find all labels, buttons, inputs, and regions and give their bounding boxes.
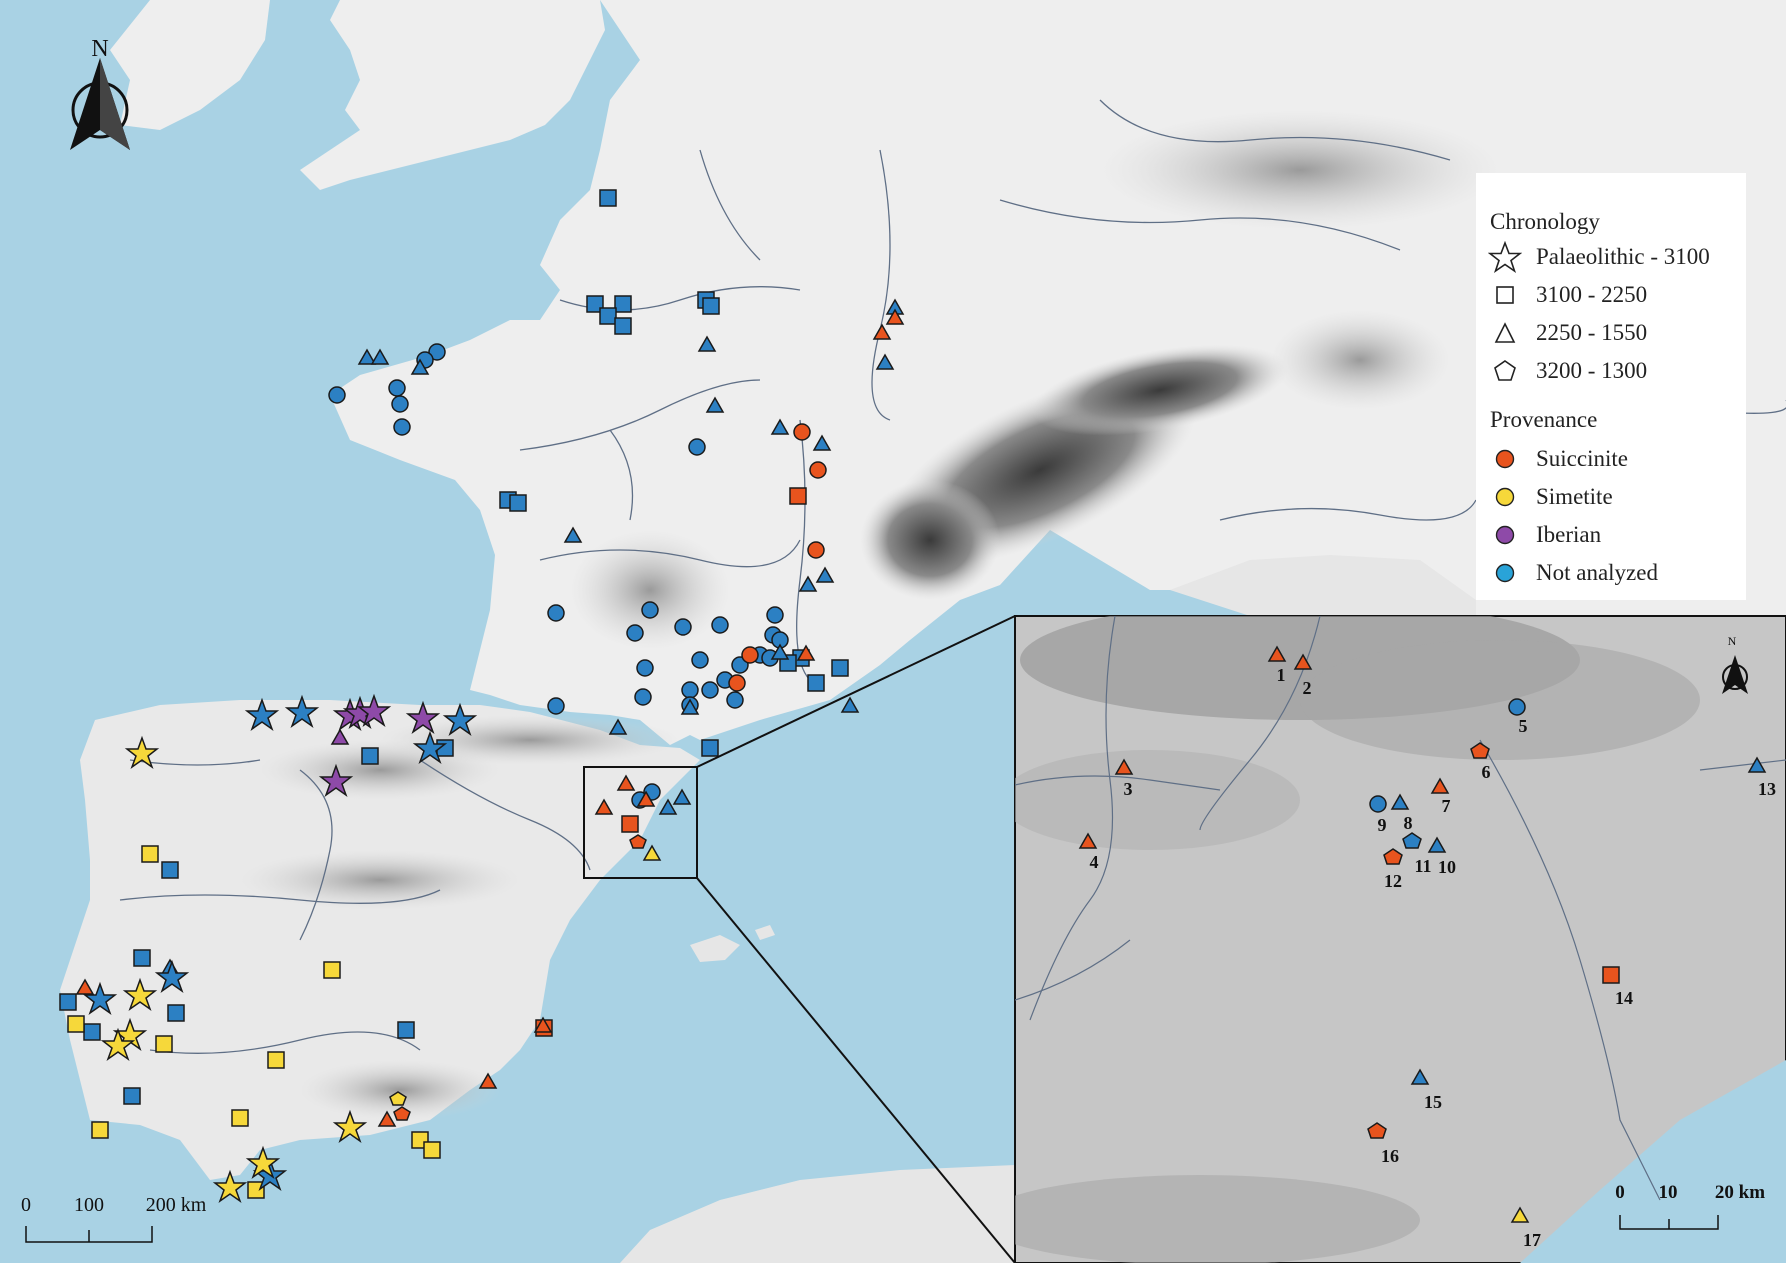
inset-label-12: 12 [1384,871,1402,891]
inset-map: 1 2 3 4 5 6 7 8 9 10 11 12 13 14 15 16 1… [1014,615,1786,1263]
marker-square [83,1023,101,1041]
scale-tick-2: 200 km [146,1194,207,1216]
inset-label-17: 17 [1523,1230,1541,1250]
scale-tick-0: 0 [21,1194,31,1216]
inset-label-11: 11 [1414,856,1431,876]
circle-icon [1495,487,1515,507]
circle-icon [1495,563,1515,583]
legend-label-star: Palaeolithic - 3100 [1536,244,1710,269]
inset-scale-tick-2: 20 km [1715,1182,1765,1203]
marker-square [509,494,527,512]
legend-item-simetite: Simetite [1488,481,1613,513]
circle-icon [1495,449,1515,469]
legend-item-square: 3100 - 2250 [1488,279,1647,311]
marker-square [161,861,179,879]
inset-site-9 [1369,795,1387,813]
inset-site-5 [1508,698,1526,716]
marker-square [167,1004,185,1022]
inset-site-14 [1602,966,1620,984]
marker-square [59,993,77,1011]
circle-icon [1495,525,1515,545]
legend-label-not-analyzed: Not analyzed [1536,560,1658,585]
legend-provenance-title: Provenance [1490,407,1598,432]
square-icon [1496,286,1514,304]
marker-square [701,739,719,757]
north-label: N [91,36,108,62]
marker-square [702,297,720,315]
inset-label-9: 9 [1378,815,1387,835]
legend-label-iberian: Iberian [1536,522,1602,547]
pentagon-icon [1494,360,1516,381]
inset-scale-tick-0: 0 [1615,1182,1625,1203]
inset-label-8: 8 [1404,813,1413,833]
scale-tick-1: 100 [74,1194,104,1216]
inset-label-15: 15 [1424,1092,1442,1112]
legend-item-star: Palaeolithic - 3100 [1488,241,1710,273]
legend-chronology-title: Chronology [1490,209,1600,234]
inset-label-14: 14 [1615,988,1633,1008]
legend-item-not-analyzed: Not analyzed [1488,557,1658,589]
marker-square [599,189,617,207]
inset-label-1: 1 [1277,665,1286,685]
legend-item-triangle: 2250 - 1550 [1488,317,1647,349]
inset-scale-tick-1: 10 [1659,1182,1678,1203]
inset-north-label: N [1728,634,1737,648]
inset-label-3: 3 [1124,779,1133,799]
legend-item-iberian: Iberian [1488,519,1601,551]
legend-label-pentagon: 3200 - 1300 [1536,358,1648,383]
inset-label-6: 6 [1482,762,1491,782]
inset-label-13: 13 [1758,779,1776,799]
legend: Chronology Palaeolithic - 3100 3100 - 22… [1476,173,1746,600]
marker-square [599,307,617,325]
star-icon [1488,241,1522,273]
inset-label-4: 4 [1090,852,1099,872]
legend-label-simetite: Simetite [1536,484,1613,509]
legend-item-pentagon: 3200 - 1300 [1488,355,1647,387]
marker-square [614,295,632,313]
inset-label-7: 7 [1442,796,1451,816]
inset-label-10: 10 [1438,857,1456,877]
inset-label-16: 16 [1381,1146,1399,1166]
inset-label-2: 2 [1303,678,1312,698]
legend-item-suiccinite: Suiccinite [1488,443,1628,475]
marker-square [397,1021,415,1039]
marker-square [831,659,849,677]
marker-square [614,317,632,335]
triangle-icon [1494,322,1516,343]
legend-label-suiccinite: Suiccinite [1536,446,1628,471]
marker-square [807,674,825,692]
inset-label-5: 5 [1519,716,1528,736]
marker-square [133,949,151,967]
legend-label-square: 3100 - 2250 [1536,282,1648,307]
marker-square [361,747,379,765]
legend-label-triangle: 2250 - 1550 [1536,320,1648,345]
marker-square [123,1087,141,1105]
